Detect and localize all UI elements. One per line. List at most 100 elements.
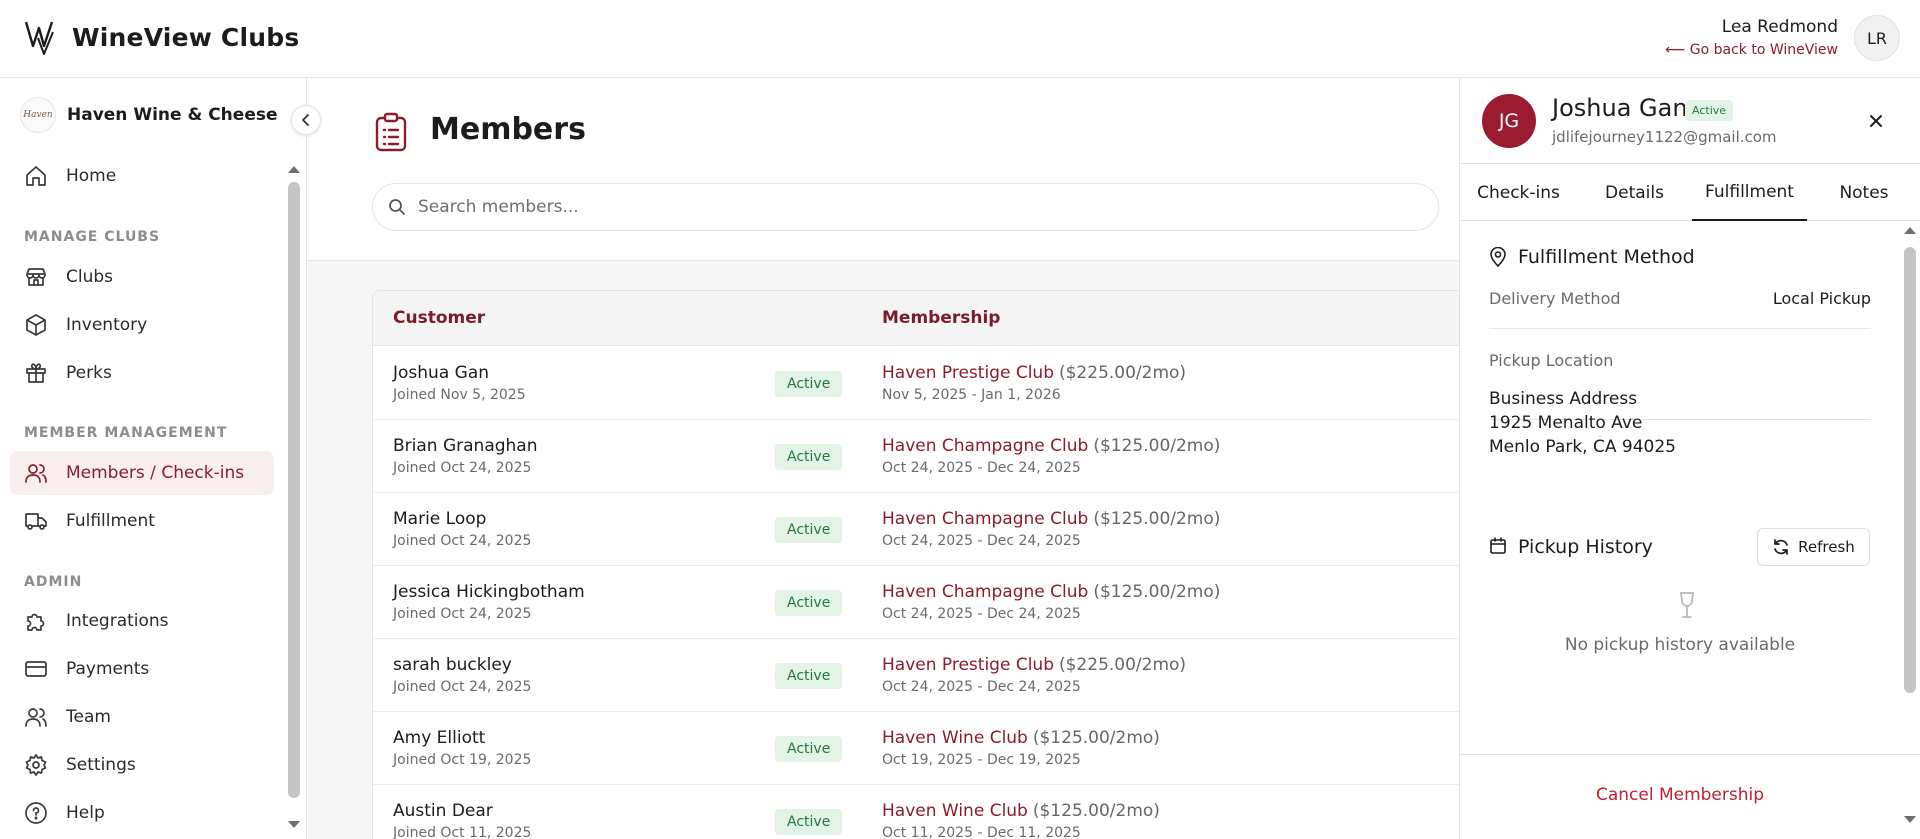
page-header: Members (308, 78, 1459, 261)
back-to-wineview-link[interactable]: ⟵ Go back to WineView (1665, 42, 1838, 58)
club-price: ($125.00/2mo) (1093, 436, 1221, 456)
search-input[interactable] (418, 197, 1318, 217)
club-link[interactable]: Haven Wine Club (882, 728, 1028, 748)
club-link[interactable]: Haven Champagne Club (882, 509, 1088, 529)
club-link[interactable]: Haven Prestige Club (882, 655, 1054, 675)
sidebar-item-integrations[interactable]: Integrations (10, 599, 274, 643)
chevron-left-icon (302, 114, 309, 126)
sidebar-item-home[interactable]: Home (10, 154, 274, 198)
address-line: Business Address (1489, 389, 1638, 409)
close-panel-button[interactable] (1863, 108, 1889, 134)
venue-switcher[interactable]: Haven Haven Wine & Cheese (20, 97, 278, 133)
table-row[interactable]: Marie Loop Joined Oct 24, 2025 Active Haven… (373, 493, 1459, 566)
user-avatar[interactable]: LR (1854, 15, 1900, 61)
credit-card-icon (25, 661, 47, 677)
close-icon (1870, 115, 1882, 127)
collapse-sidebar-button[interactable] (291, 105, 321, 135)
team-icon (25, 708, 47, 727)
membership-line: Haven Wine Club ($125.00/2mo) (882, 801, 1160, 821)
refresh-label: Refresh (1798, 538, 1855, 556)
search-icon (389, 199, 405, 215)
sidebar-item-label: Integrations (66, 611, 169, 631)
club-link[interactable]: Haven Wine Club (882, 801, 1028, 821)
sidebar-item-label: Home (66, 166, 117, 186)
club-link[interactable]: Haven Champagne Club (882, 436, 1088, 456)
sidebar-item-payments[interactable]: Payments (10, 647, 274, 691)
scroll-up-arrow-icon[interactable] (1903, 225, 1917, 235)
store-icon (26, 268, 46, 286)
pickup-history-title-text: Pickup History (1518, 536, 1653, 558)
customer-name: Austin Dear (393, 801, 493, 821)
truck-icon (25, 513, 47, 530)
scroll-up-arrow-icon[interactable] (287, 164, 301, 174)
top-bar: WineView Clubs Lea Redmond ⟵ Go back to … (0, 0, 1920, 78)
clipboard-icon (375, 112, 407, 152)
membership-line: Haven Champagne Club ($125.00/2mo) (882, 436, 1220, 456)
sidebar-item-members[interactable]: Members / Check-ins (10, 451, 274, 495)
customer-name: Amy Elliott (393, 728, 486, 748)
column-header-customer[interactable]: Customer (393, 308, 485, 328)
sidebar-item-help[interactable]: Help (10, 791, 274, 835)
users-icon (25, 464, 47, 483)
status-badge: Active (775, 809, 843, 835)
tab-notes[interactable]: Notes (1807, 164, 1920, 221)
table-row[interactable]: sarah buckley Joined Oct 24, 2025 Active Ha… (373, 639, 1459, 712)
help-icon (25, 802, 47, 824)
members-table: Customer Membership F Joshua Gan Joined N… (372, 290, 1459, 839)
table-row[interactable]: Austin Dear Joined Oct 11, 2025 Active Have… (373, 785, 1459, 839)
status-badge: Active (775, 444, 843, 470)
membership-dates: Oct 11, 2025 - Dec 11, 2025 (882, 825, 1081, 839)
panel-footer: Cancel Membership (1460, 754, 1920, 839)
wine-glass-icon (1680, 592, 1694, 618)
empty-history-text: No pickup history available (1564, 635, 1796, 655)
table-row[interactable]: Brian Granaghan Joined Oct 24, 2025 Active… (373, 420, 1459, 493)
club-link[interactable]: Haven Champagne Club (882, 582, 1088, 602)
status-badge: Active (775, 590, 843, 616)
sidebar-item-settings[interactable]: Settings (10, 743, 274, 787)
cancel-membership-button[interactable]: Cancel Membership (1460, 785, 1900, 805)
sidebar-item-label: Members / Check-ins (66, 463, 245, 483)
pickup-location-label: Pickup Location (1489, 351, 1614, 370)
club-price: ($125.00/2mo) (1093, 509, 1221, 529)
tab-details[interactable]: Details (1577, 164, 1692, 221)
status-badge: Active (1685, 100, 1734, 121)
sidebar-scrollbar[interactable] (288, 182, 300, 798)
brand[interactable]: WineView Clubs (24, 18, 299, 56)
column-header-membership[interactable]: Membership (882, 308, 1000, 328)
scroll-down-arrow-icon[interactable] (287, 820, 301, 830)
customer-joined-date: Joined Oct 11, 2025 (393, 825, 532, 839)
sidebar-item-perks[interactable]: Perks (10, 351, 274, 395)
address-line: 1925 Menalto Ave (1489, 413, 1643, 433)
membership-line: Haven Prestige Club ($225.00/2mo) (882, 363, 1186, 383)
home-icon (26, 166, 46, 186)
calendar-icon (1490, 537, 1506, 554)
tab-fulfillment[interactable]: Fulfillment (1692, 164, 1807, 221)
customer-joined-date: Joined Oct 19, 2025 (393, 752, 532, 768)
club-link[interactable]: Haven Prestige Club (882, 363, 1054, 383)
main-content: Members Customer Membership F Joshua Gan… (308, 78, 1459, 839)
membership-dates: Oct 24, 2025 - Dec 24, 2025 (882, 533, 1081, 549)
sidebar-item-inventory[interactable]: Inventory (10, 303, 274, 347)
status-badge: Active (775, 736, 843, 762)
table-header: Customer Membership F (373, 291, 1459, 346)
membership-dates: Oct 19, 2025 - Dec 19, 2025 (882, 752, 1081, 768)
membership-dates: Oct 24, 2025 - Dec 24, 2025 (882, 460, 1081, 476)
club-price: ($125.00/2mo) (1032, 728, 1160, 748)
refresh-button[interactable]: Refresh (1757, 528, 1870, 566)
table-row[interactable]: Jessica Hickingbotham Joined Oct 24, 2025… (373, 566, 1459, 639)
divider (1489, 328, 1871, 329)
table-row[interactable]: Amy Elliott Joined Oct 19, 2025 Active Have… (373, 712, 1459, 785)
customer-name: Brian Granaghan (393, 436, 538, 456)
customer-joined-date: Joined Oct 24, 2025 (393, 606, 532, 622)
sidebar-item-fulfillment[interactable]: Fulfillment (10, 499, 274, 543)
panel-scrollbar[interactable] (1904, 247, 1916, 693)
puzzle-icon (27, 613, 45, 631)
sidebar-item-team[interactable]: Team (10, 695, 274, 739)
pickup-history-title: Pickup History (1518, 536, 1653, 558)
sidebar-item-clubs[interactable]: Clubs (10, 255, 274, 299)
customer-joined-date: Joined Oct 24, 2025 (393, 460, 532, 476)
table-row[interactable]: Joshua Gan Joined Nov 5, 2025 Active Haven … (373, 347, 1459, 420)
membership-dates: Nov 5, 2025 - Jan 1, 2026 (882, 387, 1061, 403)
sidebar-item-label: Fulfillment (66, 511, 155, 531)
tab-check-ins[interactable]: Check-ins (1460, 164, 1577, 221)
